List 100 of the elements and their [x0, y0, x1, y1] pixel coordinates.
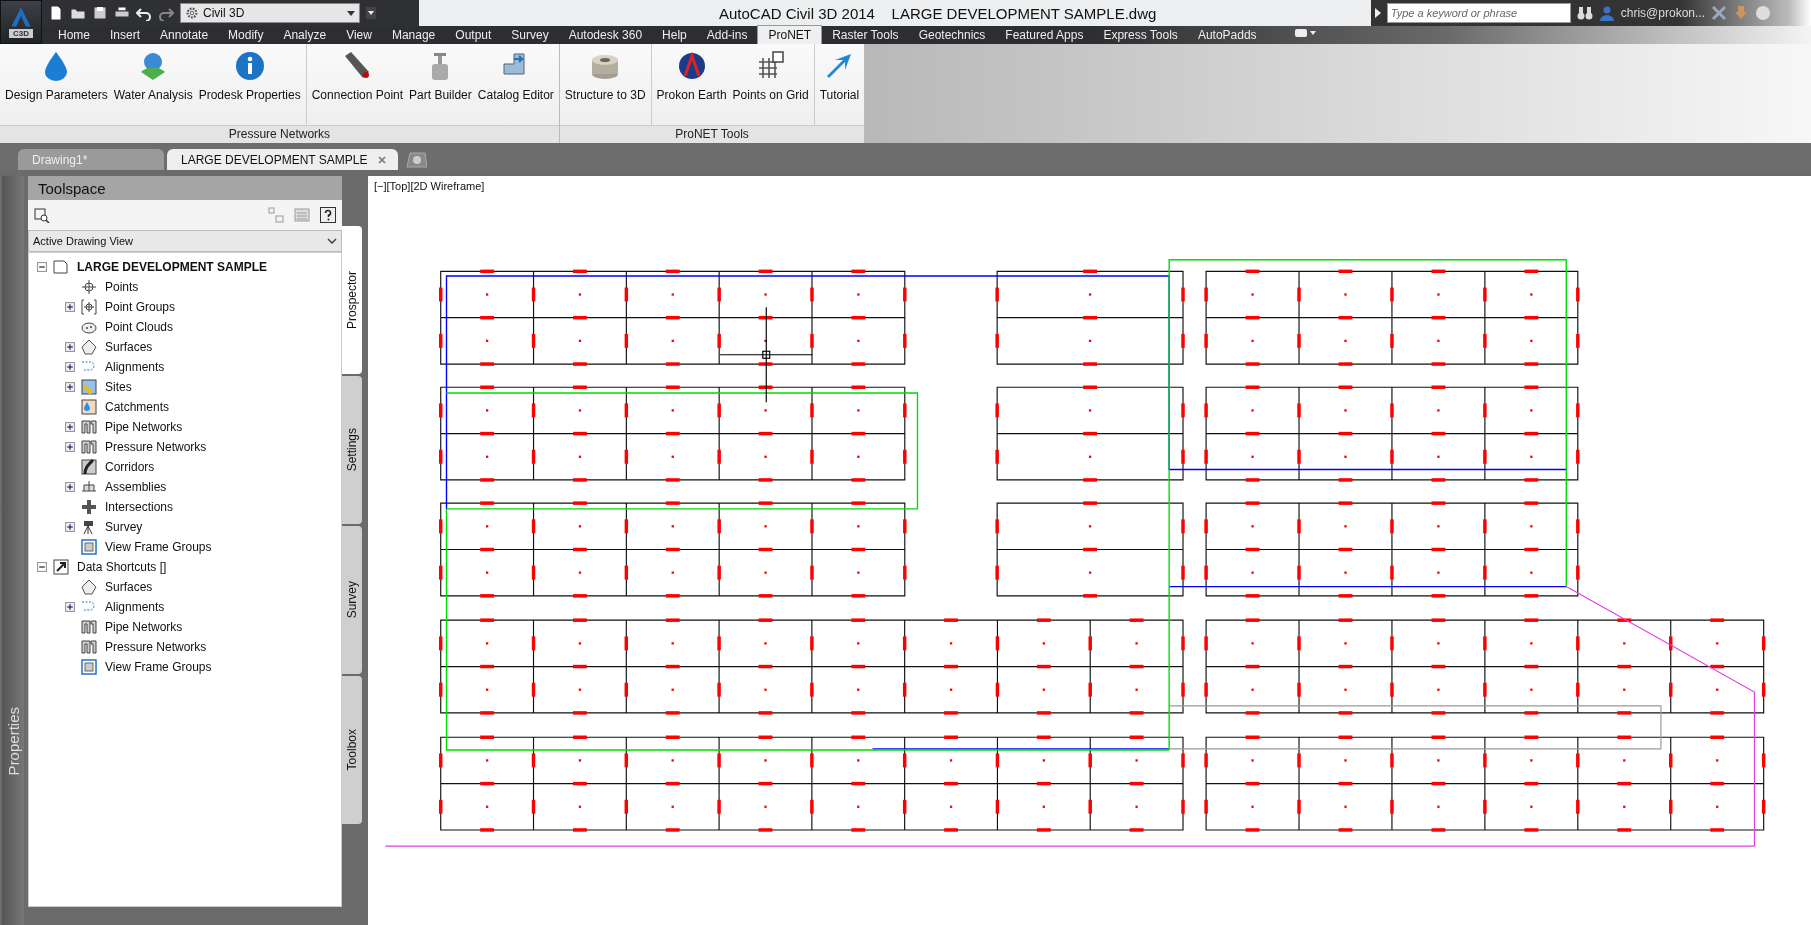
plus-toggle-icon[interactable]	[65, 342, 75, 352]
gear-icon	[185, 6, 199, 20]
ribbon-button[interactable]: Points on Grid	[729, 44, 812, 125]
file-tab[interactable]: LARGE DEVELOPMENT SAMPLE	[167, 149, 398, 170]
tree-item[interactable]: LARGE DEVELOPMENT SAMPLE	[77, 260, 267, 274]
new-tab-icon[interactable]	[404, 152, 427, 168]
crosshair-cursor-icon	[719, 306, 814, 403]
ribbon-tab[interactable]: Modify	[218, 26, 274, 44]
tree-item[interactable]: Pressure Networks	[105, 640, 207, 654]
ribbon-tab[interactable]: View	[336, 26, 382, 44]
tree-item[interactable]: Catchments	[105, 400, 170, 414]
application-menu-button[interactable]: C3D	[0, 0, 42, 44]
minus-toggle-icon[interactable]	[37, 262, 47, 272]
x-logo-icon[interactable]	[1711, 5, 1727, 21]
tree-item[interactable]: Corridors	[105, 460, 155, 474]
tree-item[interactable]: Intersections	[105, 500, 174, 514]
user-name[interactable]: chris@prokon...	[1620, 6, 1705, 20]
new-file-icon[interactable]	[48, 5, 64, 21]
binoculars-icon[interactable]	[1576, 5, 1593, 21]
caret-icon[interactable]	[366, 6, 376, 20]
tree-item[interactable]: Pipe Networks	[105, 620, 183, 634]
tree-item[interactable]: Data Shortcuts []	[77, 560, 167, 574]
ribbon-tab[interactable]: Help	[652, 26, 697, 44]
side-tab[interactable]: Settings	[342, 376, 362, 524]
plus-toggle-icon[interactable]	[65, 522, 75, 532]
ribbon-button[interactable]: Prodesk Properties	[195, 44, 304, 125]
ribbon-button[interactable]: Prokon Earth	[653, 44, 730, 125]
undo-icon[interactable]	[136, 5, 152, 21]
tree-item[interactable]: Assemblies	[105, 480, 167, 494]
chevron-down-icon	[327, 238, 337, 244]
drawing-canvas[interactable]: [−][Top][2D Wireframe]	[368, 176, 1811, 925]
surface-icon	[81, 339, 97, 355]
ribbon-tab[interactable]: ProNET	[757, 25, 823, 44]
search-icon[interactable]	[34, 207, 50, 223]
tree-item[interactable]: Points	[105, 280, 139, 294]
ribbon-tab[interactable]: Home	[48, 26, 100, 44]
workspace-dropdown[interactable]: Civil 3D	[180, 3, 360, 23]
tree-item[interactable]: Alignments	[105, 360, 165, 374]
ribbon-tab[interactable]: Manage	[381, 26, 446, 44]
redo-icon[interactable]	[158, 5, 174, 21]
ribbon-tab[interactable]: AutoPadds	[1187, 26, 1267, 44]
expand-arrow-icon[interactable]	[1374, 8, 1381, 18]
tree-item[interactable]: Pipe Networks	[105, 420, 183, 434]
panel-title: ProNET Tools	[559, 125, 865, 143]
ribbon-button[interactable]: Connection Point	[308, 44, 407, 125]
tree-item[interactable]: Surfaces	[105, 580, 153, 594]
tree-item[interactable]: View Frame Groups	[105, 540, 212, 554]
side-tab[interactable]: Survey	[342, 526, 362, 674]
search-field[interactable]: Type a keyword or phrase	[1386, 3, 1571, 23]
user-icon[interactable]	[1598, 5, 1615, 21]
tree-item[interactable]: Point Clouds	[105, 320, 174, 334]
ribbon-button[interactable]: Water Analysis	[110, 44, 196, 125]
document-icon	[53, 259, 69, 275]
ribbon-button[interactable]: Structure to 3D	[561, 44, 649, 125]
panel-title: Toolspace	[38, 179, 106, 197]
plus-toggle-icon[interactable]	[65, 362, 75, 372]
ribbon-button[interactable]: Tutorial	[816, 44, 863, 125]
ribbon-tab[interactable]: Raster Tools	[822, 26, 909, 44]
plus-toggle-icon[interactable]	[65, 602, 75, 612]
close-icon[interactable]	[377, 155, 386, 164]
panel-title: Pressure Networks	[0, 125, 559, 143]
tree-item[interactable]: Pressure Networks	[105, 440, 207, 454]
plus-toggle-icon[interactable]	[65, 482, 75, 492]
corridor-icon	[81, 459, 97, 475]
ribbon-tab[interactable]: Add-ins	[696, 26, 758, 44]
view-dropdown[interactable]: Active Drawing View	[28, 230, 342, 252]
ribbon-tab[interactable]: Output	[445, 26, 502, 44]
viewport-label[interactable]: [−][Top][2D Wireframe]	[368, 176, 491, 196]
plus-toggle-icon[interactable]	[65, 382, 75, 392]
side-tab[interactable]: Toolbox	[342, 676, 362, 824]
info-icon	[233, 50, 266, 82]
intersection-icon	[81, 499, 97, 515]
ribbon-button[interactable]: Design Parameters	[2, 44, 111, 125]
ribbon-button[interactable]: Part Builder	[406, 44, 475, 125]
cloud-icon	[81, 319, 97, 335]
ribbon-tab[interactable]: Annotate	[150, 26, 219, 44]
plus-toggle-icon[interactable]	[65, 302, 75, 312]
tree-item[interactable]: View Frame Groups	[105, 660, 212, 674]
tree-item[interactable]: Alignments	[105, 600, 165, 614]
side-tab[interactable]: Prospector	[342, 226, 362, 374]
tree-item[interactable]: Survey	[105, 520, 143, 534]
tree-item[interactable]: Surfaces	[105, 340, 153, 354]
ribbon-tab[interactable]: Express Tools	[1093, 26, 1188, 44]
properties-palette-bar[interactable]: Properties	[2, 176, 24, 925]
ribbon-tab[interactable]: Insert	[100, 26, 151, 44]
ribbon-tab[interactable]: Geotechnics	[908, 26, 996, 44]
tree-item[interactable]: Point Groups	[105, 300, 176, 314]
ribbon-tab[interactable]: Featured Apps	[995, 26, 1094, 44]
ribbon-tab[interactable]: Autodesk 360	[558, 26, 653, 44]
save-icon[interactable]	[92, 5, 108, 21]
pipe-icon	[81, 639, 97, 655]
ribbon-tab[interactable]: Survey	[501, 26, 559, 44]
ribbon-tab[interactable]: Analyze	[273, 26, 337, 44]
point-icon	[81, 279, 97, 295]
plus-toggle-icon[interactable]	[65, 422, 75, 432]
ribbon-button[interactable]: Catalog Editor	[474, 44, 557, 125]
minus-toggle-icon[interactable]	[37, 562, 47, 572]
tree-item[interactable]: Sites	[105, 380, 132, 394]
plus-toggle-icon[interactable]	[65, 442, 75, 452]
panel-toggle-icon[interactable]	[1294, 28, 1317, 38]
